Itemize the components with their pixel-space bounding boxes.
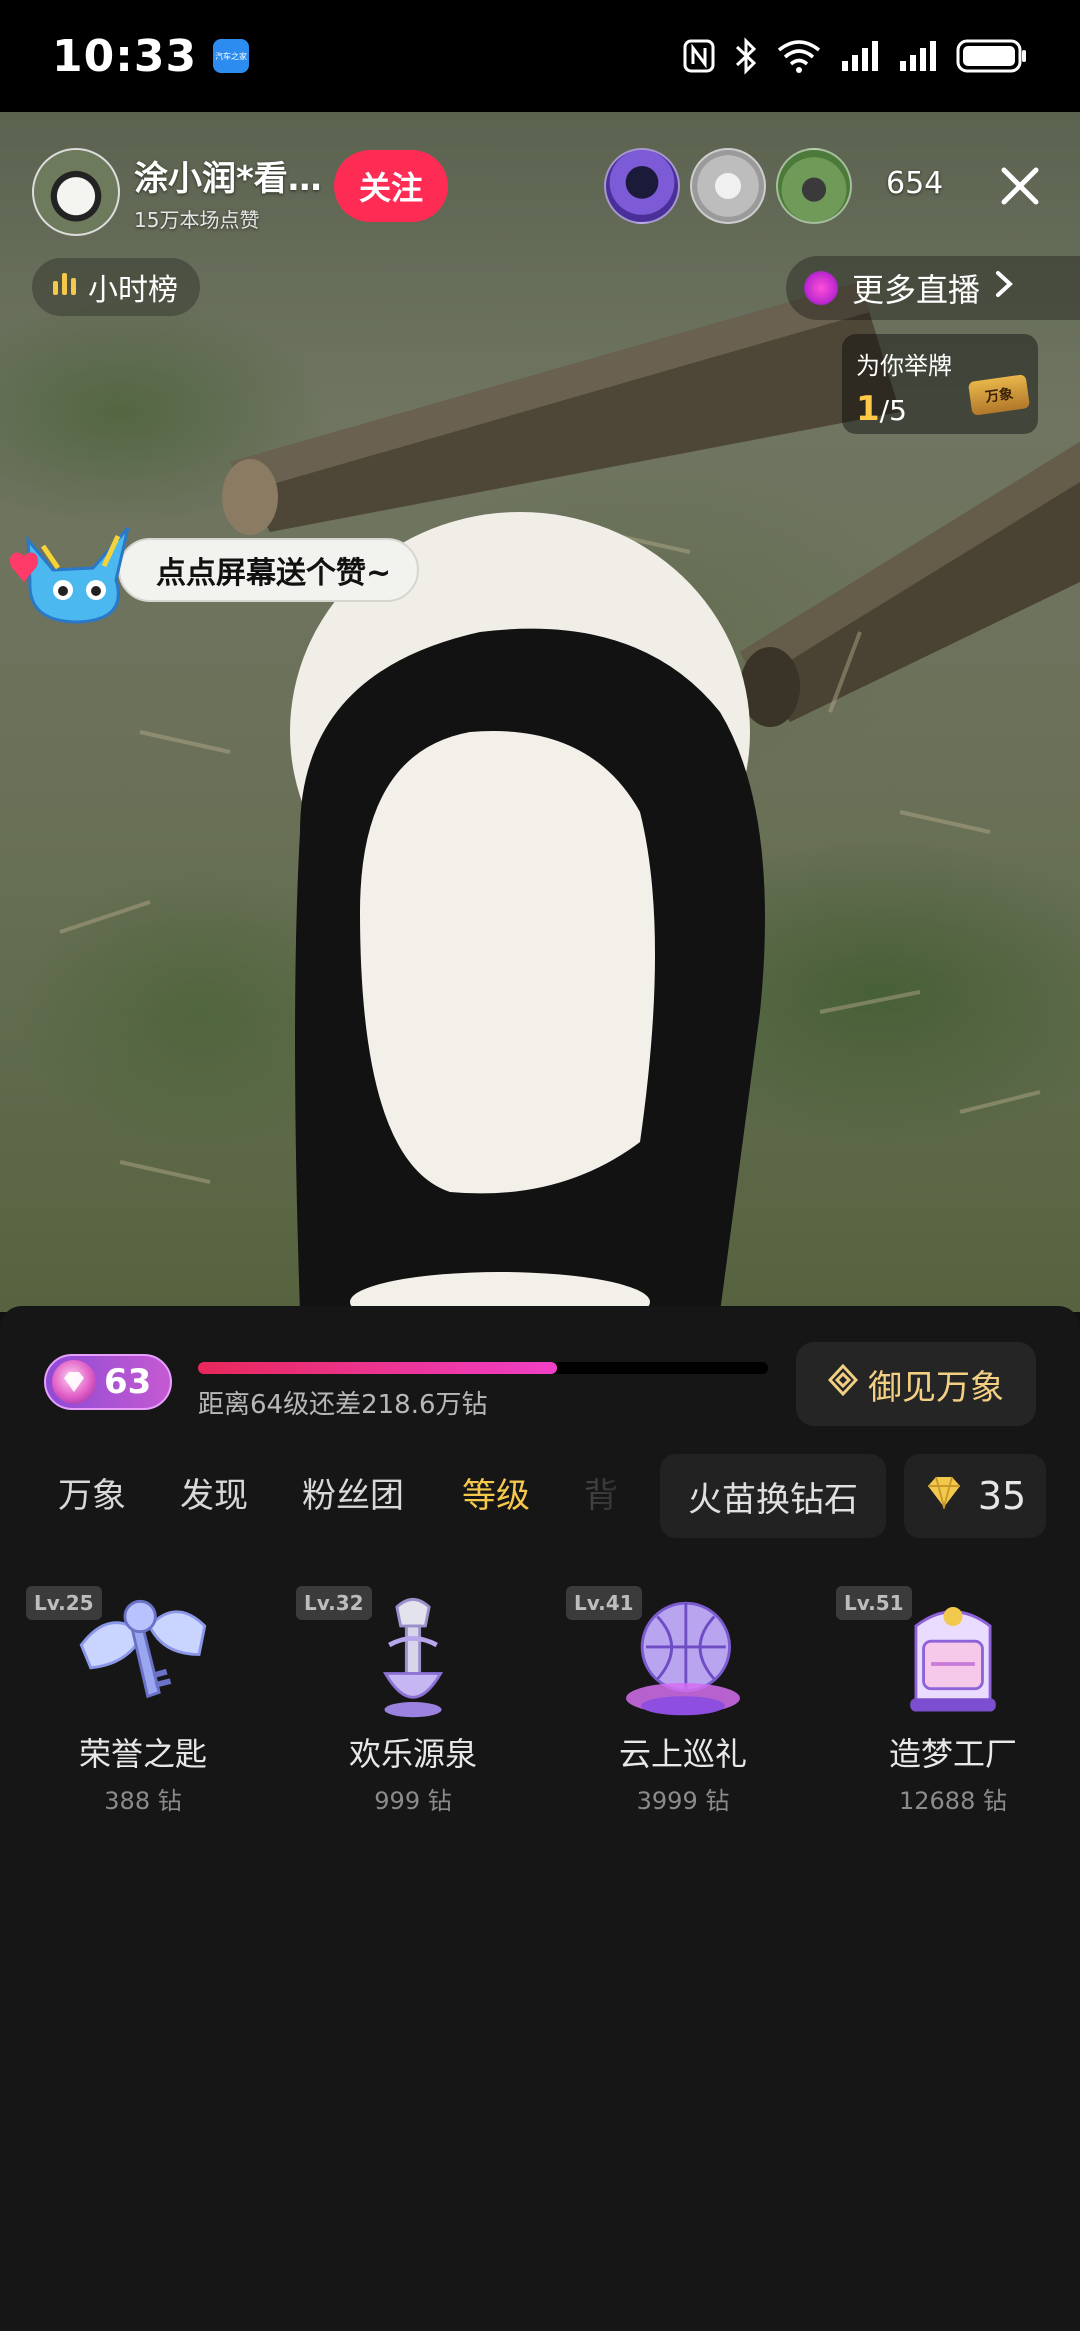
top-viewers[interactable]	[604, 148, 852, 224]
sponsor-total-pages: /5	[879, 394, 907, 427]
sponsor-card[interactable]: 为你举牌 1/5 万象	[842, 334, 1038, 434]
diamond-level-icon	[52, 1360, 96, 1404]
app-notification-icon: 汽车之家	[213, 39, 250, 73]
more-live-button[interactable]: 更多直播	[786, 256, 1080, 320]
gift-level-badge: Lv.32	[296, 1586, 372, 1620]
live-room-screen: 10:33 汽车之家 涂小润*看… 15万本场点赞 关注 654 小时榜 更多直…	[0, 0, 1080, 2331]
vision-button-label: 御见万象	[868, 1367, 1004, 1408]
diamond-icon	[924, 1474, 964, 1518]
bar-chart-icon	[52, 269, 78, 305]
follow-button[interactable]: 关注	[334, 150, 448, 222]
nfc-icon	[682, 38, 716, 74]
more-live-label: 更多直播	[852, 271, 981, 309]
like-tip-bubble: 点点屏幕送个赞~	[118, 538, 420, 602]
diamond-balance[interactable]: 35	[904, 1454, 1046, 1538]
level-progress-fill	[198, 1362, 558, 1374]
viewer-avatar[interactable]	[690, 148, 766, 224]
gift-level-badge: Lv.41	[566, 1586, 642, 1620]
status-bar: 10:33 汽车之家	[0, 0, 1080, 112]
signal-icon	[898, 39, 938, 73]
anchor-name: 涂小润*看…	[134, 159, 322, 199]
live-gem-icon	[804, 271, 838, 305]
signal-icon	[840, 39, 880, 73]
diamond-balance-value: 35	[977, 1474, 1027, 1518]
sponsor-current-page: 1	[856, 389, 880, 429]
gift-price: 12688 钻	[899, 1787, 1007, 1815]
gift-item[interactable]: Lv.25 荣誉之匙 388 钻	[26, 1586, 258, 1816]
viewer-count[interactable]: 654	[886, 166, 943, 201]
anchor-avatar[interactable]	[32, 148, 120, 236]
gift-item[interactable]: Lv.32 欢乐源泉 999 钻	[296, 1586, 528, 1816]
gift-name: 造梦工厂	[888, 1735, 1017, 1773]
status-icons	[682, 37, 1028, 75]
mascot-icon	[9, 527, 130, 624]
exchange-diamond-button[interactable]: 火苗换钻石	[660, 1454, 886, 1538]
gift-item[interactable]: Lv.51 造梦工厂 12688 钻	[836, 1586, 1068, 1816]
level-progress-track	[198, 1362, 768, 1374]
gift-price: 3999 钻	[636, 1787, 730, 1815]
anchor-text: 涂小润*看… 15万本场点赞	[134, 151, 334, 233]
gift-item[interactable]: Lv.41 云上巡礼 3999 钻	[566, 1586, 798, 1816]
gift-name: 云上巡礼	[618, 1735, 747, 1773]
gift-grid: Lv.25 荣誉之匙 388 钻 Lv.32 欢乐源泉 999 钻 Lv.41 …	[0, 1586, 1080, 1816]
status-time: 10:33	[52, 30, 198, 82]
chevron-right-icon	[994, 269, 1014, 307]
gift-price: 999 钻	[374, 1787, 452, 1815]
like-tip[interactable]: 点点屏幕送个赞~	[8, 510, 420, 630]
tab-level[interactable]: 等级	[462, 1468, 530, 1517]
gift-name: 欢乐源泉	[348, 1735, 477, 1773]
battery-icon	[956, 38, 1028, 74]
level-progress-text: 距离64级还差218.6万钻	[198, 1390, 488, 1420]
gift-level-badge: Lv.51	[836, 1586, 912, 1620]
close-icon[interactable]	[994, 160, 1046, 212]
gift-name: 荣誉之匙	[78, 1735, 207, 1773]
bluetooth-icon	[734, 37, 758, 75]
tab-discover[interactable]: 发现	[180, 1468, 248, 1517]
hour-rank-button[interactable]: 小时榜	[32, 258, 200, 316]
viewer-avatar[interactable]	[604, 148, 680, 224]
vision-button[interactable]: 御见万象	[796, 1342, 1036, 1426]
gift-level-badge: Lv.25	[26, 1586, 102, 1620]
sponsor-title: 为你举牌	[856, 352, 952, 380]
wifi-icon	[776, 38, 822, 74]
user-level-number: 63	[104, 1362, 152, 1402]
diamond-outline-icon	[827, 1363, 859, 1405]
gift-tabs: 万象 发现 粉丝团 等级 背 火苗换钻石 35	[0, 1444, 1080, 1548]
tab-fan-club[interactable]: 粉丝团	[302, 1468, 404, 1517]
hour-rank-label: 小时榜	[88, 273, 178, 308]
user-level-badge[interactable]: 63	[44, 1354, 172, 1410]
tab-fade-overlay	[560, 1454, 660, 1538]
anchor-likes: 15万本场点赞	[134, 208, 260, 232]
gift-price: 388 钻	[104, 1787, 182, 1815]
viewer-avatar[interactable]	[776, 148, 852, 224]
tab-wanxiang[interactable]: 万象	[58, 1468, 126, 1517]
gift-panel: 63 距离64级还差218.6万钻 御见万象 万象 发现 粉丝团 等级 背 火苗…	[0, 1306, 1080, 2331]
